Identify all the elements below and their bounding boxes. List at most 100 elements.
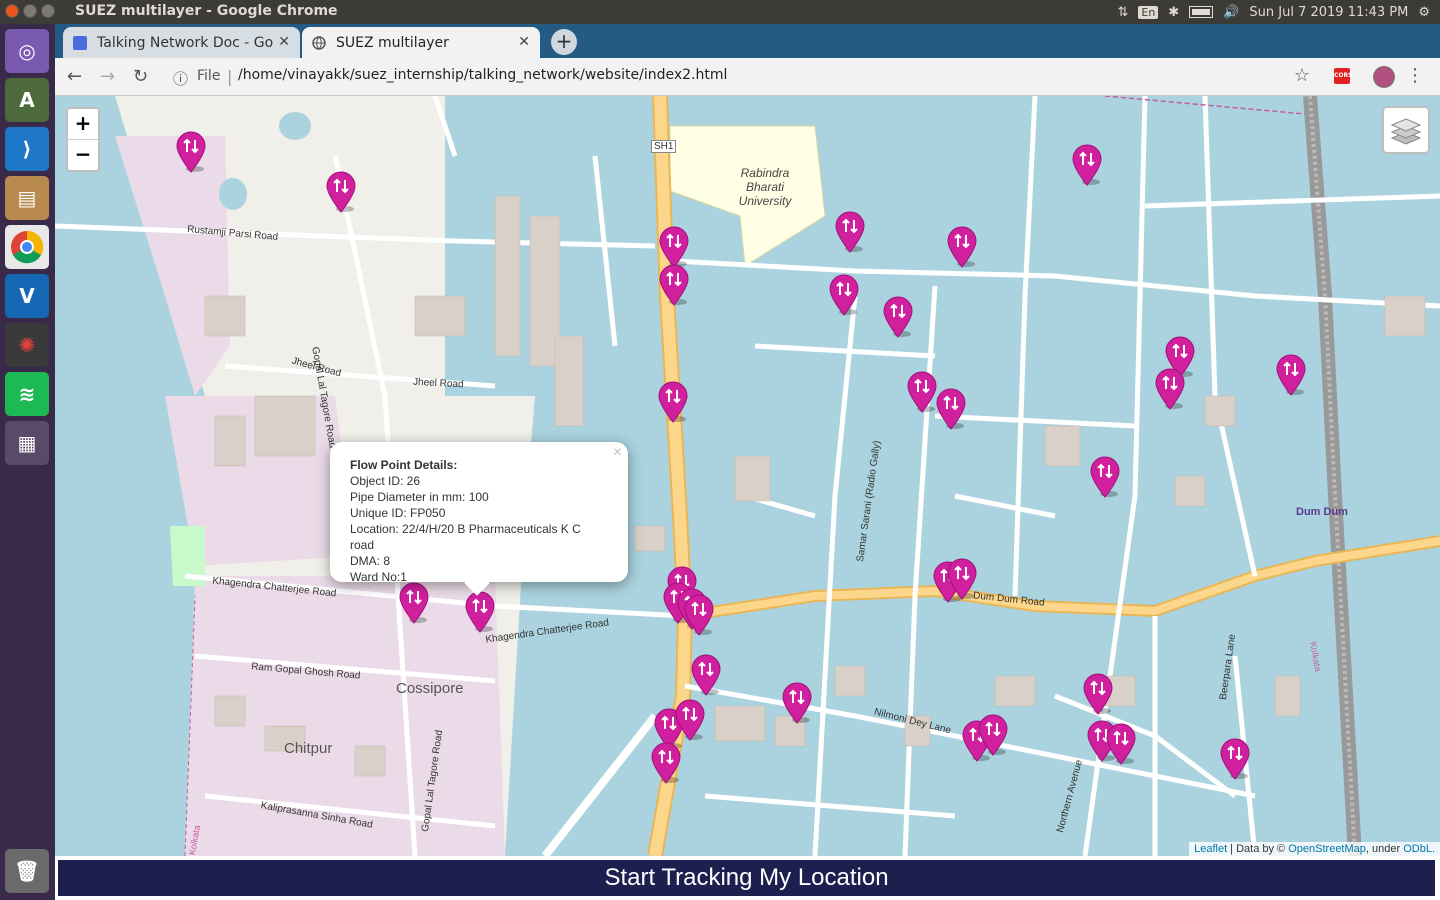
visual-code-icon[interactable]: V	[5, 274, 49, 318]
flow-point-popup: × Flow Point Details: Object ID: 26 Pipe…	[330, 442, 628, 596]
map-attribution: Leaflet | Data by © OpenStreetMap, under…	[1189, 842, 1440, 856]
bluetooth-icon[interactable]: ✱	[1168, 5, 1179, 20]
chrome-toolbar: ← → ↻ ⓘ File | /home/vinayakk/suez_inter…	[55, 58, 1440, 96]
popup-dma: DMA: 8	[350, 554, 391, 568]
attribution-text: | Data by ©	[1227, 843, 1289, 855]
close-tab-icon[interactable]: ✕	[518, 34, 530, 50]
profile-avatar[interactable]	[1373, 66, 1395, 88]
flow-point-marker[interactable]	[1275, 354, 1307, 396]
reload-icon[interactable]: ↻	[133, 66, 148, 87]
flow-point-marker[interactable]	[690, 654, 722, 696]
odbl-link[interactable]: ODbL.	[1403, 843, 1435, 855]
ubuntu-launcher: ◎ A ⟩ ▤ V ✺ ≋ ▦ 🗑	[0, 24, 55, 900]
layers-icon	[1390, 118, 1422, 145]
tab-label: SUEZ multilayer	[336, 34, 449, 51]
zoom-out-button[interactable]: −	[68, 140, 98, 170]
bookmark-star-icon[interactable]: ☆	[1294, 65, 1310, 86]
map-label-university: Rabindra Bharati University	[738, 166, 792, 208]
flow-point-marker[interactable]	[781, 682, 813, 724]
spotify-icon[interactable]: ≋	[5, 372, 49, 416]
globe-icon	[312, 35, 326, 50]
clock[interactable]: Sun Jul 7 2019 11:43 PM	[1249, 5, 1408, 20]
map-label-sh1: SH1	[651, 140, 677, 153]
flow-point-marker[interactable]	[1219, 738, 1251, 780]
tab-label: Talking Network Doc - Go	[97, 34, 274, 51]
flow-point-marker[interactable]	[1154, 368, 1186, 410]
zoom-in-button[interactable]: +	[68, 109, 98, 140]
tab-talking-network-doc[interactable]: Talking Network Doc - Go ✕	[63, 27, 300, 58]
flow-point-marker[interactable]	[325, 171, 357, 213]
system-top-panel: SUEZ multilayer - Google Chrome ⇅ En ✱ 🔊…	[0, 0, 1440, 24]
zoom-control: + −	[66, 107, 100, 172]
menu-kebab-icon[interactable]: ⋮	[1406, 65, 1424, 86]
flow-point-marker[interactable]	[1105, 723, 1137, 765]
map-label-dum-dum: Dum Dum	[1296, 506, 1348, 518]
network-icon[interactable]: ⇅	[1117, 5, 1128, 20]
address-bar[interactable]: /home/vinayakk/suez_internship/talking_n…	[238, 67, 727, 83]
start-tracking-button[interactable]: Start Tracking My Location	[58, 860, 1435, 896]
flow-point-marker[interactable]	[674, 699, 706, 741]
vscode-icon[interactable]: ⟩	[5, 127, 49, 171]
flow-point-marker[interactable]	[828, 274, 860, 316]
keyboard-language[interactable]: En	[1138, 5, 1159, 19]
flow-point-marker[interactable]	[683, 594, 715, 636]
docs-icon	[73, 35, 87, 50]
leaflet-link[interactable]: Leaflet	[1194, 843, 1227, 855]
flow-point-marker[interactable]	[977, 714, 1009, 756]
close-tab-icon[interactable]: ✕	[278, 34, 290, 50]
window-minimize-button[interactable]	[23, 4, 37, 18]
new-tab-button[interactable]: +	[551, 29, 577, 55]
workspace-switcher-icon[interactable]: ▦	[5, 421, 49, 465]
android-studio-icon[interactable]: A	[5, 78, 49, 122]
osm-link[interactable]: OpenStreetMap	[1288, 843, 1366, 855]
attribution-text-2: , under	[1365, 843, 1404, 855]
back-arrow-icon[interactable]: ←	[67, 66, 82, 87]
popup-title: Flow Point Details:	[350, 458, 458, 472]
map-label-cossipore: Cossipore	[396, 680, 464, 697]
flow-point-marker[interactable]	[834, 211, 866, 253]
flow-point-marker[interactable]	[657, 381, 689, 423]
flow-point-marker[interactable]	[946, 226, 978, 268]
window-title: SUEZ multilayer - Google Chrome	[75, 3, 338, 19]
flow-point-marker[interactable]	[946, 558, 978, 600]
trash-icon[interactable]: 🗑	[5, 849, 49, 893]
bottom-bar: Start Tracking My Location	[55, 856, 1440, 900]
flow-point-marker[interactable]	[906, 371, 938, 413]
flow-point-marker[interactable]	[464, 591, 496, 633]
network-tool-icon[interactable]: ✺	[5, 323, 49, 367]
popup-close-button[interactable]: ×	[613, 445, 622, 461]
window-controls	[5, 4, 59, 22]
info-icon[interactable]: ⓘ	[173, 68, 188, 89]
file-cabinet-icon[interactable]: ▤	[5, 176, 49, 220]
tab-suez-multilayer[interactable]: SUEZ multilayer ✕	[302, 27, 540, 58]
flow-point-marker[interactable]	[398, 582, 430, 624]
flow-point-marker[interactable]	[650, 742, 682, 784]
volume-icon[interactable]: 🔊	[1223, 5, 1239, 20]
power-gear-icon[interactable]: ⚙	[1418, 5, 1430, 20]
layers-control-button[interactable]	[1382, 106, 1430, 154]
map-label-chitpur: Chitpur	[284, 740, 333, 757]
forward-arrow-icon[interactable]: →	[100, 66, 115, 87]
chrome-icon[interactable]	[5, 225, 49, 269]
flow-point-marker[interactable]	[1071, 144, 1103, 186]
flow-point-marker[interactable]	[882, 296, 914, 338]
flow-point-marker[interactable]	[1082, 673, 1114, 715]
popup-location: Location: 22/4/H/20 B Pharmaceuticals K …	[350, 522, 581, 552]
flow-point-marker[interactable]	[658, 226, 690, 268]
flow-point-marker[interactable]	[175, 131, 207, 173]
cors-extension-icon[interactable]: CORS	[1334, 68, 1352, 84]
flow-point-marker[interactable]	[935, 388, 967, 430]
ubuntu-dash-icon[interactable]: ◎	[5, 29, 49, 73]
popup-unique-id: Unique ID: FP050	[350, 506, 446, 520]
window-maximize-button[interactable]	[41, 4, 55, 18]
battery-icon[interactable]	[1189, 6, 1214, 18]
flow-point-marker[interactable]	[658, 264, 690, 306]
leaflet-map[interactable]: Rabindra Bharati University SH1 Rustamji…	[55, 96, 1440, 856]
window-close-button[interactable]	[5, 4, 19, 18]
flow-point-marker[interactable]	[1089, 456, 1121, 498]
security-label: File	[197, 68, 221, 84]
url-separator: |	[227, 67, 233, 86]
popup-pipe-diameter: Pipe Diameter in mm: 100	[350, 490, 489, 504]
chrome-tabbar: Talking Network Doc - Go ✕ SUEZ multilay…	[55, 24, 1440, 58]
popup-object-id: Object ID: 26	[350, 474, 421, 488]
